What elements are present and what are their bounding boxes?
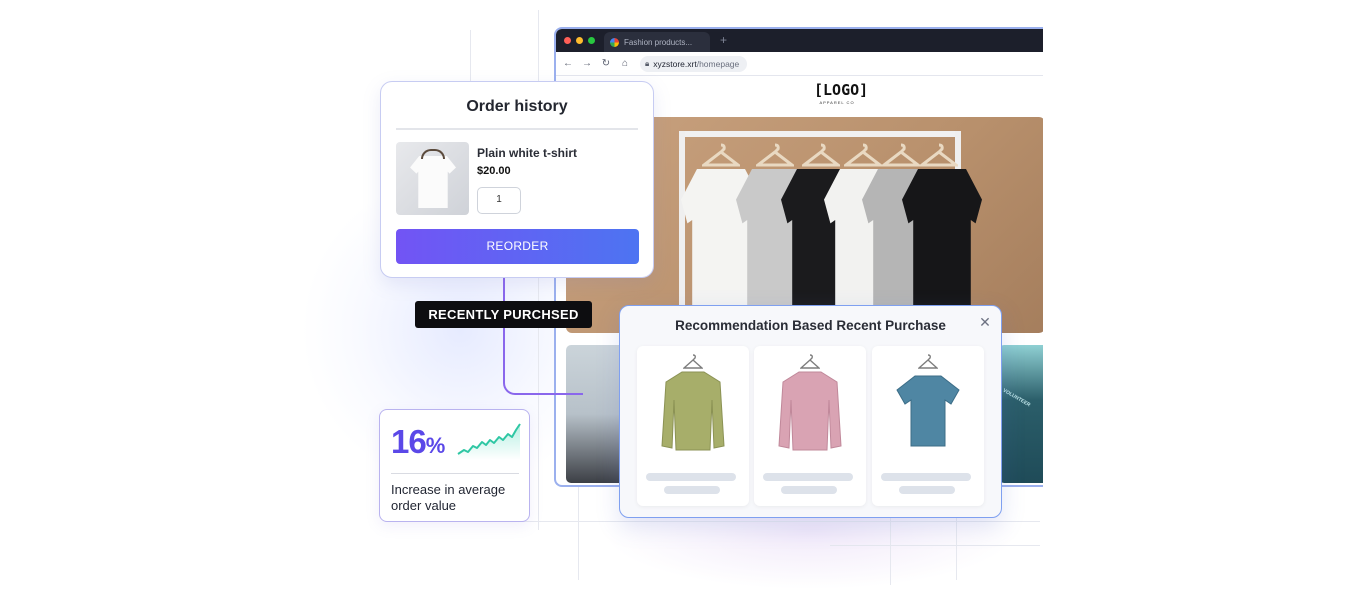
stat-card: 16% Increase in average order value — [379, 409, 530, 522]
forward-arrow-icon[interactable]: → — [581, 58, 593, 69]
url-field[interactable]: 🔒︎ xyzstore.xrt/homepage — [640, 55, 748, 72]
lock-icon: 🔒︎ — [645, 58, 650, 68]
address-bar: ← → ↻ ⌂ 🔒︎ xyzstore.xrt/homepage — [556, 52, 1043, 76]
recently-purchased-badge: RECENTLY PURCHSED — [415, 301, 592, 328]
grid-line — [500, 521, 1040, 522]
recommendation-modal: Recommendation Based Recent Purchase ✕ — [619, 305, 1002, 518]
order-history-card: Order history Plain white t-shirt $20.00… — [380, 81, 654, 278]
product-name: Plain white t-shirt — [477, 146, 578, 160]
hanger-icon — [702, 143, 740, 167]
url-path: /homepage — [696, 58, 740, 69]
browser-tab-bar: Fashion products... + — [556, 29, 1043, 52]
sweatshirt-image — [661, 371, 725, 451]
connector-line — [503, 278, 583, 395]
product-image-right[interactable]: VOLUNTEER — [999, 345, 1043, 483]
reorder-button[interactable]: REORDER — [396, 229, 639, 264]
maximize-window-dot[interactable] — [588, 37, 595, 44]
grid-line — [578, 480, 579, 580]
logo-text: LOGO — [823, 81, 860, 99]
recommended-product[interactable] — [637, 346, 749, 506]
close-window-dot[interactable] — [564, 37, 571, 44]
product-thumbnail[interactable] — [396, 142, 469, 215]
product-name-placeholder — [763, 473, 853, 481]
tshirt-image — [896, 375, 960, 447]
product-price-placeholder — [664, 486, 720, 494]
quantity-input[interactable]: 1 — [477, 187, 521, 214]
hanger-icon — [800, 354, 820, 369]
divider — [396, 128, 638, 130]
browser-tab-title: Fashion products... — [624, 37, 693, 47]
sweatshirt-image — [778, 371, 842, 451]
divider — [391, 473, 519, 474]
hanger-icon — [882, 143, 920, 167]
stat-label: Increase in average order value — [391, 482, 506, 513]
product-price-placeholder — [899, 486, 955, 494]
product-name-placeholder — [646, 473, 736, 481]
store-logo[interactable]: [LOGO] APPAREL CO — [814, 81, 868, 111]
rail-leg — [679, 131, 685, 333]
hanger-icon — [918, 354, 938, 369]
product-price: $20.00 — [477, 165, 511, 177]
logo-subtitle: APPAREL CO — [819, 100, 855, 105]
google-icon — [610, 37, 619, 47]
url-host: xyzstore.xrt — [653, 58, 697, 69]
stat-value-wrap: 16% — [391, 423, 446, 461]
shirt-print-text: VOLUNTEER — [1001, 387, 1032, 409]
order-history-title: Order history — [466, 98, 568, 115]
tshirt-image — [410, 156, 456, 208]
hanger-icon — [421, 149, 445, 159]
trend-sparkline-icon — [457, 423, 521, 460]
recommended-product[interactable] — [754, 346, 866, 506]
new-tab-icon[interactable]: + — [720, 33, 727, 47]
close-icon[interactable]: ✕ — [977, 314, 993, 331]
product-price-placeholder — [781, 486, 837, 494]
stat-unit: % — [425, 433, 446, 458]
reload-icon[interactable]: ↻ — [600, 58, 612, 69]
clothing-rail — [679, 131, 961, 137]
recommendation-title: Recommendation Based Recent Purchase — [675, 318, 946, 333]
hanger-icon — [802, 143, 840, 167]
hanger-icon — [756, 143, 794, 167]
browser-tab[interactable]: Fashion products... — [604, 32, 710, 52]
back-arrow-icon[interactable]: ← — [562, 58, 574, 69]
minimize-window-dot[interactable] — [576, 37, 583, 44]
hanger-icon — [844, 143, 882, 167]
hanger-icon — [920, 143, 958, 167]
product-name-placeholder — [881, 473, 971, 481]
stat-value: 16 — [391, 423, 427, 460]
grid-line — [830, 545, 1040, 546]
recommended-product[interactable] — [872, 346, 984, 506]
home-icon[interactable]: ⌂ — [619, 58, 631, 69]
hanger-icon — [683, 354, 703, 369]
